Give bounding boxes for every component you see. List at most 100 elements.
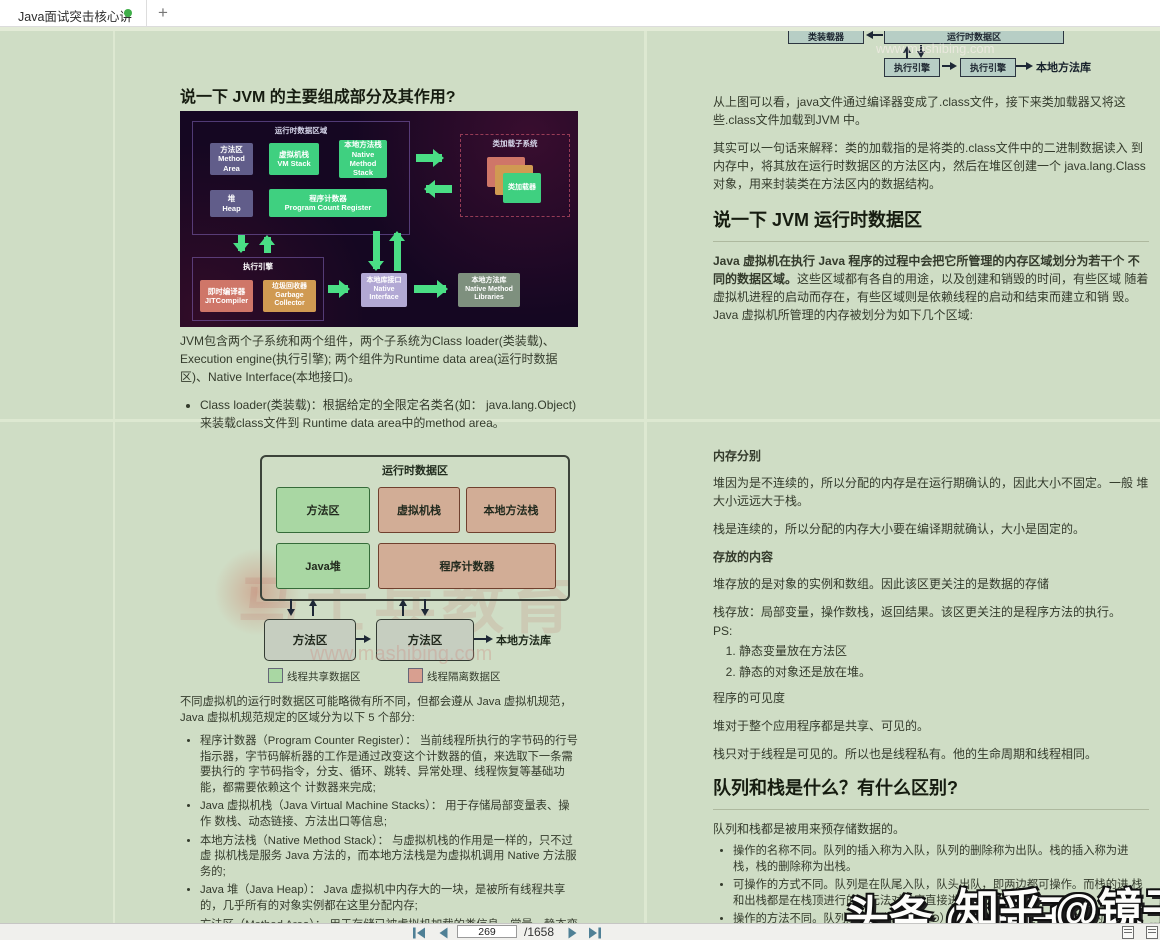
runtime-data-area-title: 运行时数据区域 [274, 126, 328, 135]
page-gap-vertical [644, 31, 647, 924]
watermark-url: www.mashibing.com [876, 41, 995, 56]
arrow-up-icon [398, 599, 407, 616]
subsection-title: 内存分别 [713, 449, 762, 463]
section-heading-queue-stack: 队列和栈是什么？有什么区别? [713, 775, 1149, 810]
paragraph: 堆存放的是对象的实例和数组。因此该区更关注的是数据的存储 [713, 577, 1050, 591]
native-libraries-label: 本地方法库 [496, 635, 551, 647]
section-heading-runtime-area: 说一下 JVM 运行时数据区 [713, 207, 1149, 242]
class-loader-flow-box: 类装载器 [788, 31, 864, 44]
list-item: 程序计数器（Program Counter Register）： 当前线程所执行… [200, 734, 580, 796]
vm-stack-cell: 虚拟机栈 [378, 487, 460, 533]
bullet-list: Class loader(类装载)：根据给定的全限定名类名(如： java.la… [180, 396, 580, 432]
runtime-area-text: 不同虚拟机的运行时数据区可能略微有所不同，但都会遵从 Java 虚拟机规范， J… [180, 695, 580, 924]
method-area-cell: 方法区 [276, 487, 370, 533]
execution-engine-title: 执行引擎 [243, 262, 273, 271]
bullet-list: 程序计数器（Program Counter Register）： 当前线程所执行… [180, 734, 580, 924]
paragraph: 栈是连续的，所以分配的内存大小要在编译期就确认，大小是固定的。 [713, 522, 1086, 536]
native-libraries-box: 本地方法库 Native Method Libraries [458, 273, 520, 307]
heap-cell: Java堆 [276, 543, 370, 589]
page-bottom-right: 内存分别 堆因为是不连续的，所以分配的内存是在运行期确认的，因此大小不固定。一般… [713, 447, 1149, 924]
runtime-outer-box: 运行时数据区 方法区 虚拟机栈 本地方法栈 Java堆 程序计数器 [260, 455, 570, 601]
runtime-data-area-frame: 运行时数据区域 方法区 Method Area 虚拟机栈 VM Stack 本地… [192, 121, 410, 235]
pc-register-cell: 程序计数器 [378, 543, 556, 589]
paragraph: 栈只对于线程是可见的。所以也是线程私有。他的生命周期和线程相同。 [713, 747, 1098, 761]
exec-engine-flow-box-2: 执行引擎 [960, 58, 1016, 77]
class-loading-text: 从上图可以看，java文件通过编译器变成了.class文件，接下来类加载器又将这… [713, 93, 1149, 334]
arrow-left-icon [866, 31, 883, 39]
list-item: Java 堆（Java Heap）： Java 虚拟机中内存大的一块，是被所有线… [200, 883, 580, 914]
legend-shared-label: 线程共享数据区 [287, 671, 361, 683]
page-navigation-bar: /1658 [0, 923, 1160, 940]
arrow-right-icon [416, 149, 444, 167]
page-left-edge [113, 31, 115, 924]
paragraph: 其实可以一句话来解释：类的加载指的是将类的.class文件中的二进制数据读入 到… [713, 141, 1146, 191]
arrow-right-icon [474, 634, 493, 643]
paragraph: 不同虚拟机的运行时数据区可能略微有所不同，但都会遵从 Java 虚拟机规范， J… [180, 696, 572, 724]
native-method-stack-box: 本地方法栈 Native Method Stack [339, 140, 387, 178]
pc-register-box: 程序计数器 Program Count Register [269, 189, 387, 217]
watermark-url: www.mashibing.com [310, 643, 493, 665]
classloader-subsystem-title: 类加载子系统 [492, 139, 538, 148]
execution-engine-frame: 执行引擎 即时编译器 JITCompiler 垃圾回收器 Garbage Col… [192, 257, 324, 321]
arrow-right-icon [414, 280, 448, 298]
runtime-outer-title: 运行时数据区 [382, 465, 448, 477]
legend-isolated-swatch [408, 668, 423, 683]
arrow-down-icon [286, 599, 295, 616]
exec-engine-flow-box-1: 执行引擎 [884, 58, 940, 77]
arrow-down-icon [420, 599, 429, 616]
native-interface-box: 本地库接口 Native Interface [361, 273, 407, 307]
arrow-down-icon [233, 235, 249, 253]
page-number-input[interactable] [457, 925, 517, 938]
document-viewport: 说一下 JVM 的主要组成部分及其作用? 运行时数据区域 方法区 Method … [0, 31, 1160, 924]
first-page-button[interactable] [412, 926, 428, 939]
arrow-left-icon [424, 180, 452, 198]
jvm-architecture-diagram: 运行时数据区域 方法区 Method Area 虚拟机栈 VM Stack 本地… [180, 111, 578, 327]
list-item: 静态变量放在方法区 [739, 642, 1149, 660]
garbage-collector-box: 垃圾回收器 Garbage Collector [263, 280, 316, 312]
page-gap-horizontal [0, 419, 1160, 422]
list-item: 本地方法栈（Native Method Stack）： 与虚拟机栈的作用是一样的… [200, 834, 580, 881]
next-page-button[interactable] [566, 926, 582, 939]
page-layout-view-icon[interactable] [1146, 926, 1158, 939]
method-area-box: 方法区 Method Area [210, 143, 253, 175]
paragraph: 栈存放：局部变量，操作数栈，返回结果。该区更关注的是程序方法的执行。 [713, 605, 1122, 619]
tab-bar: Java面试突击核心讲 + [0, 0, 1160, 27]
previous-page-button[interactable] [436, 926, 452, 939]
paragraph: 堆对于整个应用程序都是共享、可见的。 [713, 719, 930, 733]
runtime-data-area-diagram: 马士兵教育 运行时数据区 方法区 虚拟机栈 本地方法栈 Java堆 程序计数器 … [213, 447, 578, 690]
classloader-card-front: 类加载器 [503, 173, 541, 203]
list-item: Java 虚拟机栈（Java Virtual Machine Stacks）： … [200, 799, 580, 830]
tab-modified-dot-icon [124, 9, 132, 17]
jit-compiler-box: 即时编译器 JITCompiler [200, 280, 253, 312]
paragraph: 从上图可以看，java文件通过编译器变成了.class文件，接下来类加载器又将这… [713, 95, 1126, 127]
pdf-reader-window: Java面试突击核心讲 + 说一下 JVM 的主要组成部分及其作用? 运行时数据… [0, 0, 1160, 940]
native-libraries-label: 本地方法库 [1036, 62, 1091, 74]
watermark-overlay-secondary: 知乎 @镜子 [955, 886, 1160, 924]
paragraph: 堆因为是不连续的，所以分配的内存是在运行期确认的，因此大小不固定。一般 堆大小远… [713, 476, 1149, 508]
paragraph: JVM包含两个子系统和两个组件，两个子系统为Class loader(类装载)、… [180, 334, 558, 384]
single-page-view-icon[interactable] [1122, 926, 1134, 939]
arrow-right-icon [942, 61, 957, 70]
list-item: 静态的对象还是放在堆。 [739, 663, 1149, 681]
legend-shared-swatch [268, 668, 283, 683]
arrow-right-icon [356, 634, 371, 643]
paragraph: 队列和栈都是被用来预存储数据的。 [713, 822, 906, 836]
paragraph: Java 虚拟机在执行 Java 程序的过程中会把它所管理的内存区域划分为若干个… [713, 252, 1149, 324]
document-tab[interactable]: Java面试突击核心讲 [0, 0, 147, 26]
jvm-components-text: JVM包含两个子系统和两个组件，两个子系统为Class loader(类装载)、… [180, 332, 580, 442]
classloader-subsystem-frame: 类加载子系统 类加载器 [460, 134, 570, 217]
arrow-up-icon [259, 235, 275, 253]
subsection-title: 存放的内容 [713, 550, 774, 564]
paragraph: 程序的可见度 [713, 691, 786, 705]
native-stack-cell: 本地方法栈 [466, 487, 556, 533]
arrow-up-icon [389, 231, 405, 271]
vm-stack-box: 虚拟机栈 VM Stack [269, 143, 319, 175]
arrow-up-icon [308, 599, 317, 616]
new-tab-button[interactable]: + [152, 1, 174, 25]
total-pages-label: /1658 [524, 925, 555, 939]
heap-box: 堆 Heap [210, 190, 253, 217]
tab-title: Java面试突击核心讲 [18, 10, 132, 24]
last-page-button[interactable] [588, 926, 604, 939]
ps-label: PS: [713, 624, 733, 638]
legend-isolated-label: 线程隔离数据区 [427, 671, 501, 683]
